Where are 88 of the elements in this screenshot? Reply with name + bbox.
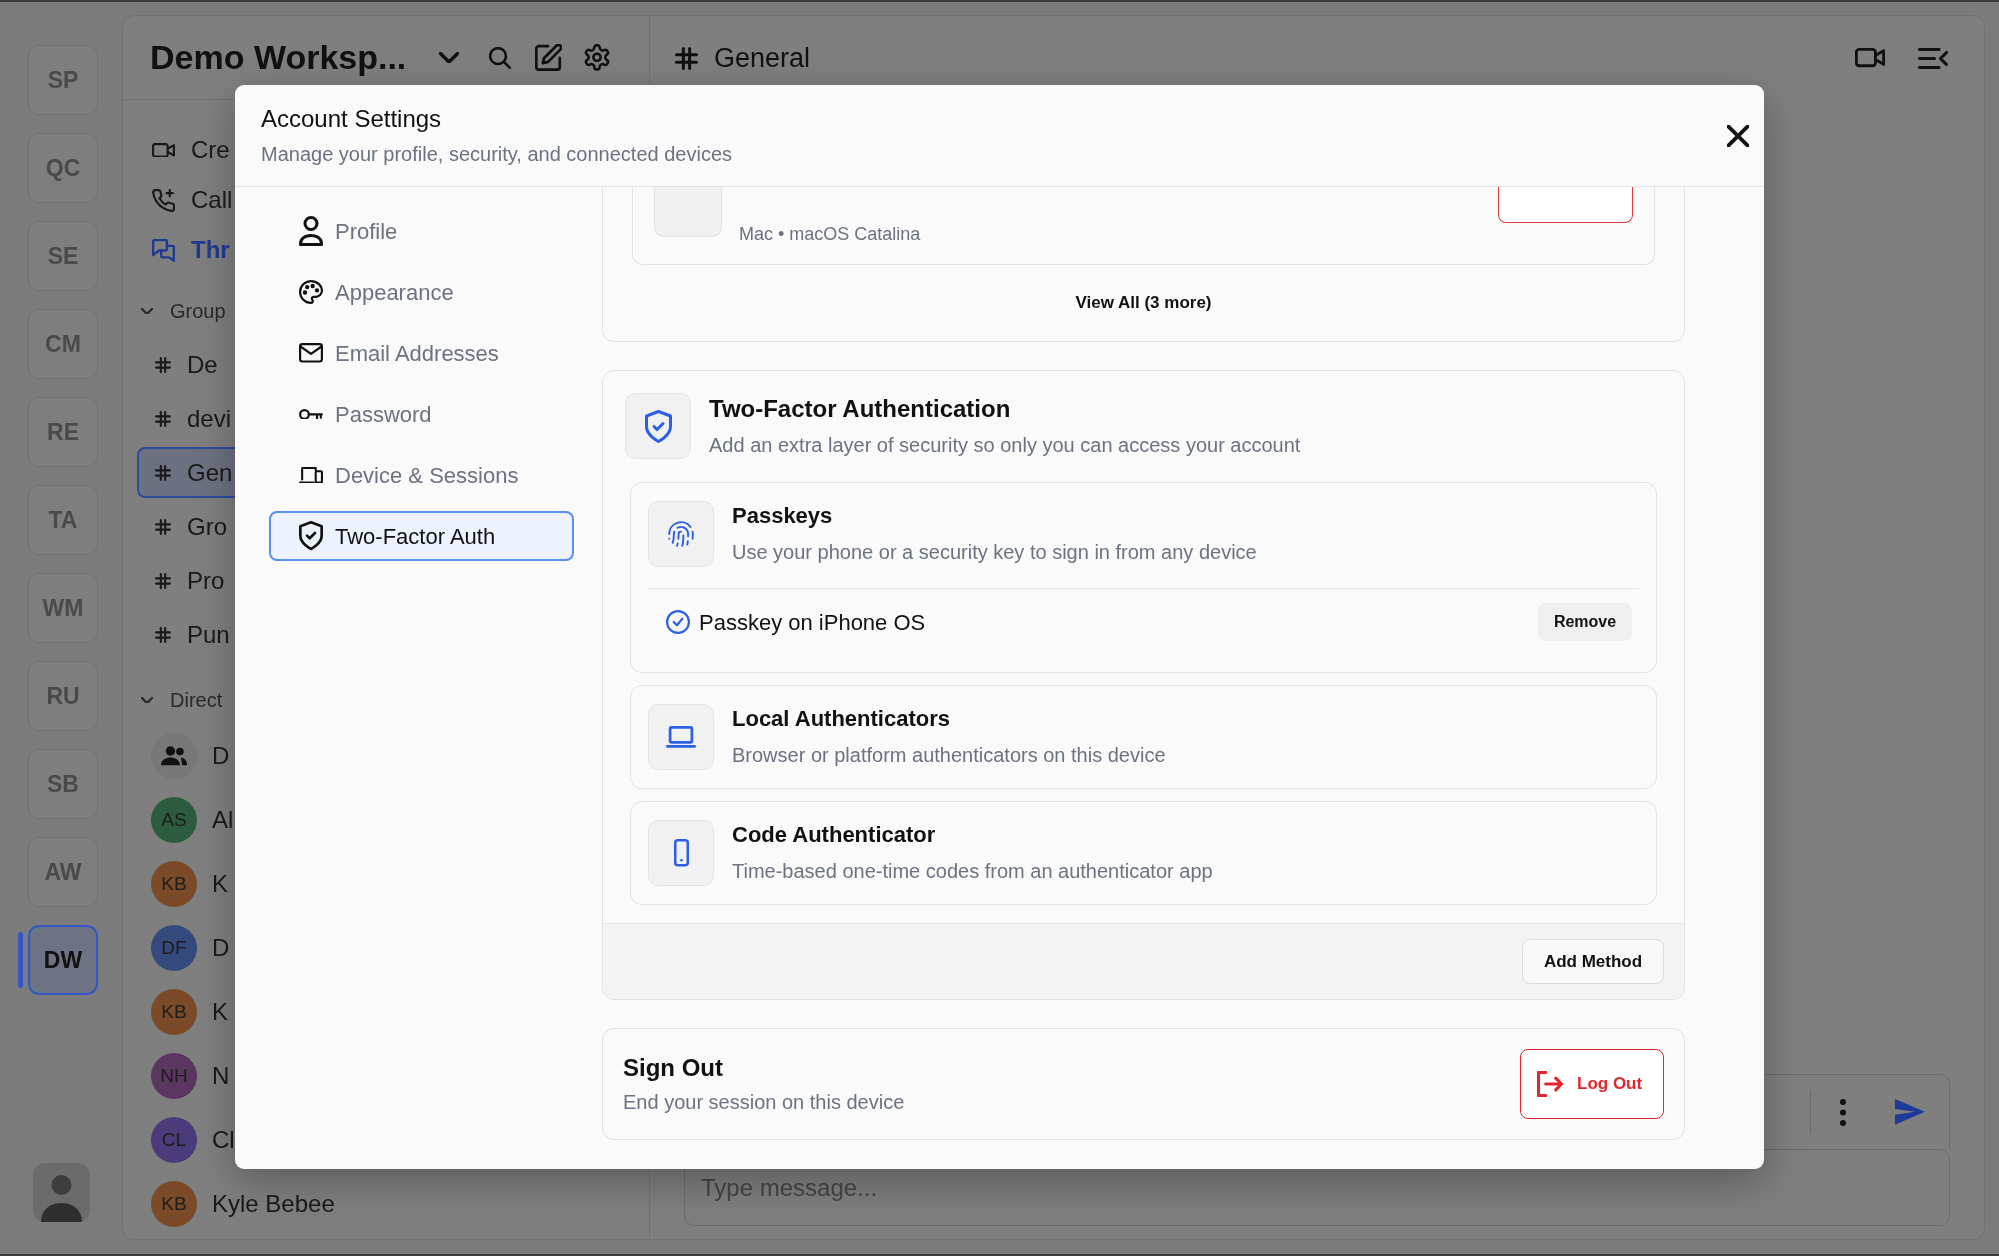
view-all-button[interactable]: View All (3 more) <box>1071 288 1216 318</box>
section-title: Two-Factor Authentication <box>709 394 1012 424</box>
hash-icon <box>155 464 171 481</box>
channel-item[interactable]: Gro <box>137 501 229 552</box>
hash-icon <box>155 626 171 643</box>
channel-item[interactable]: Gen <box>137 447 235 498</box>
person-icon <box>299 216 323 246</box>
avatar: CL <box>151 1117 197 1163</box>
section-title: Sign Out <box>623 1053 724 1083</box>
hash-icon <box>155 572 171 589</box>
section-description: End your session on this device <box>623 1090 905 1115</box>
avatar: NH <box>151 1053 197 1099</box>
session-action-button[interactable] <box>1498 187 1633 223</box>
shield-check-icon <box>625 393 691 459</box>
chat-bubbles-icon <box>152 238 175 262</box>
edit-icon[interactable] <box>535 44 563 71</box>
channel-item[interactable]: De <box>137 339 220 390</box>
direct-message-item[interactable]: KB K <box>151 984 228 1040</box>
people-icon <box>151 733 197 779</box>
channel-item[interactable]: devi <box>137 393 234 444</box>
key-icon <box>299 408 323 420</box>
avatar: AS <box>151 797 197 843</box>
close-icon <box>1727 124 1749 147</box>
passkey-name: Passkey on iPhone OS <box>699 608 926 637</box>
channel-item[interactable]: Pro <box>137 555 227 606</box>
method-description: Browser or platform authenticators on this device <box>732 743 1166 768</box>
section-toggle[interactable]: Direct <box>141 685 223 715</box>
section-toggle[interactable]: Group <box>141 296 226 326</box>
hash-icon <box>155 356 171 373</box>
fingerprint-icon <box>648 501 714 567</box>
workspace-name: Demo Worksp... <box>150 37 407 78</box>
method-title: Passkeys <box>732 502 834 530</box>
settings-nav-item[interactable]: Two-Factor Auth <box>269 511 574 561</box>
hash-icon <box>675 46 698 70</box>
session-device-details: Mac • macOS Catalina <box>739 223 921 245</box>
method-description: Use your phone or a security key to sign in from any device <box>732 540 1257 565</box>
direct-message-item[interactable]: KB K <box>151 856 228 912</box>
direct-message-item[interactable]: KB Kyle Bebee <box>151 1176 335 1232</box>
laptop-icon <box>648 704 714 770</box>
sidebar-link[interactable]: Thr <box>152 225 230 275</box>
settings-nav-item[interactable]: Password <box>269 389 574 439</box>
direct-message-item[interactable]: NH N <box>151 1048 230 1104</box>
phone-plus-icon <box>152 188 175 212</box>
dialog-title: Account Settings <box>261 104 443 134</box>
send-icon[interactable] <box>1895 1099 1925 1125</box>
section-description: Add an extra layer of security so only you can access your account <box>709 433 1301 458</box>
direct-message-item[interactable]: D <box>151 728 230 784</box>
method-title: Code Authenticator <box>732 821 937 849</box>
hash-icon <box>155 410 171 427</box>
direct-message-item[interactable]: CL Cl <box>151 1112 235 1168</box>
envelope-icon <box>299 343 323 363</box>
log-out-button[interactable]: Log Out <box>1520 1049 1664 1119</box>
dialog-subtitle: Manage your profile, security, and connected devices <box>261 142 732 167</box>
avatar: KB <box>151 861 197 907</box>
chevron-down-icon[interactable] <box>439 51 460 64</box>
active-indicator <box>18 932 23 988</box>
settings-nav-item[interactable]: Email Addresses <box>269 328 574 378</box>
palette-icon <box>299 280 323 304</box>
avatar: DF <box>151 925 197 971</box>
search-icon[interactable] <box>489 46 512 69</box>
sidebar-link[interactable]: Cre <box>152 125 230 175</box>
channel-item[interactable]: Pun <box>137 609 232 660</box>
smartphone-icon <box>648 820 714 886</box>
settings-nav-item[interactable]: Profile <box>269 206 574 256</box>
channel-title: General <box>714 41 811 75</box>
hash-icon <box>155 518 171 535</box>
check-circle-icon <box>666 610 690 634</box>
settings-nav-item[interactable]: Appearance <box>269 267 574 317</box>
shield-check-icon <box>299 521 323 551</box>
method-description: Time-based one-time codes from an authenticator app <box>732 859 1213 884</box>
avatar: KB <box>151 1181 197 1227</box>
user-avatar[interactable] <box>33 1163 90 1222</box>
settings-nav-item[interactable]: Device & Sessions <box>269 450 574 500</box>
sidebar-link[interactable]: Call <box>152 175 233 225</box>
method-title: Local Authenticators <box>732 705 951 733</box>
more-options-icon[interactable] <box>1840 1098 1846 1126</box>
video-camera-icon <box>152 142 175 158</box>
log-out-icon <box>1537 1071 1563 1097</box>
workspace-button[interactable]: DW <box>28 925 98 995</box>
video-camera-icon[interactable] <box>1855 48 1885 68</box>
direct-message-item[interactable]: AS Al <box>151 792 234 848</box>
settings-icon[interactable] <box>584 44 611 71</box>
add-method-button[interactable]: Add Method <box>1522 939 1664 984</box>
devices-icon <box>299 466 323 484</box>
panel-menu-icon[interactable] <box>1918 47 1948 69</box>
avatar: KB <box>151 989 197 1035</box>
direct-message-item[interactable]: DF D <box>151 920 230 976</box>
remove-button[interactable]: Remove <box>1538 603 1632 641</box>
